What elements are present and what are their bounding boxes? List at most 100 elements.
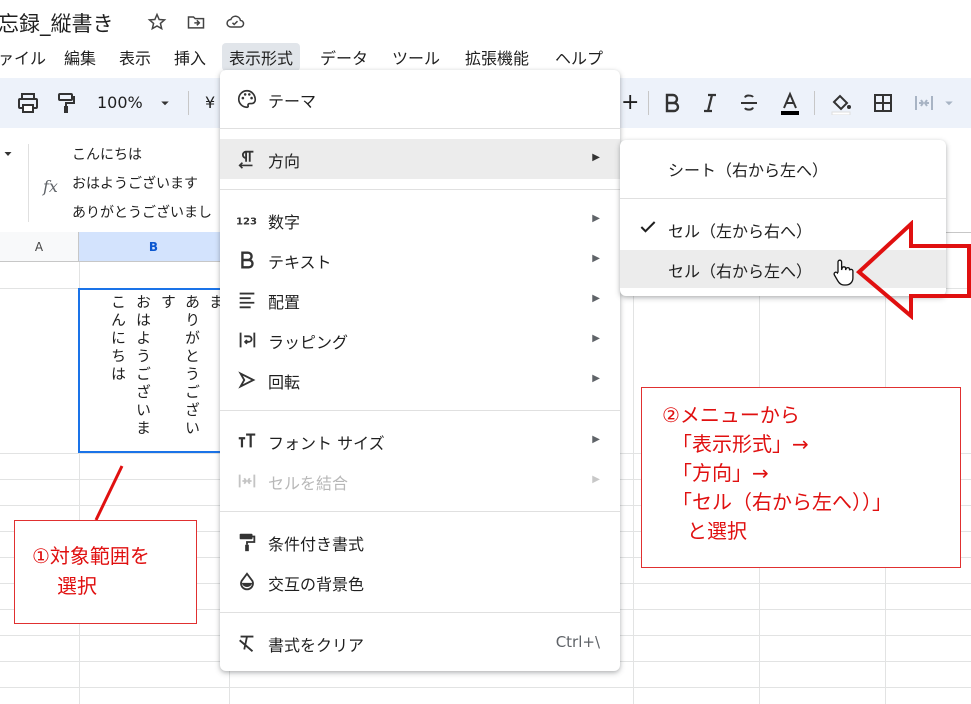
strikethrough-icon[interactable]: [737, 91, 761, 115]
column-header-b[interactable]: B: [79, 232, 229, 262]
annotation-step1: ①対象範囲を 選択: [14, 520, 197, 624]
checkmark-icon: [640, 221, 656, 233]
menu-separator: [220, 511, 620, 512]
submenu-arrow-icon: ▶: [592, 293, 600, 304]
menu-item-label: セルを結合: [268, 474, 349, 493]
grid-row-line: [0, 687, 971, 688]
menu-format[interactable]: 表示形式: [222, 43, 301, 71]
menu-data[interactable]: データ: [313, 43, 375, 71]
borders-icon[interactable]: [871, 91, 895, 115]
menu-item-label: 方向: [268, 152, 301, 171]
zoom-select[interactable]: 100%: [97, 93, 143, 112]
selected-cell-b2[interactable]: こんにちは おはようございま す ありがとうござい ま: [78, 288, 226, 453]
menu-item-direction[interactable]: 方向 ▶: [220, 139, 620, 179]
submenu-arrow-icon: ▶: [592, 434, 600, 445]
menu-item-merge-cells[interactable]: セルを結合 ▶: [220, 461, 620, 501]
submenu-item-sheet-rtl[interactable]: シート（右から左へ）: [620, 149, 946, 187]
increase-font-size-icon[interactable]: +: [621, 90, 639, 115]
menu-help[interactable]: ヘルプ: [548, 43, 610, 71]
paint-format-icon[interactable]: [54, 91, 78, 115]
menu-extensions[interactable]: 拡張機能: [458, 43, 536, 71]
menu-view[interactable]: 表示: [112, 43, 158, 71]
move-folder-icon[interactable]: [186, 12, 206, 32]
menu-insert[interactable]: 挿入: [167, 43, 213, 71]
annotation-line: ①対象範囲を: [32, 544, 150, 568]
menu-item-wrapping[interactable]: ラッピング ▶: [220, 320, 620, 360]
annotation-line: 「方向」→: [672, 461, 769, 485]
merge-icon: [238, 474, 256, 488]
menu-item-label: 条件付き書式: [268, 535, 365, 554]
submenu-arrow-icon: ▶: [592, 152, 600, 163]
toolbar-separator: [648, 91, 649, 115]
column-header-a[interactable]: A: [0, 232, 79, 262]
submenu-arrow-icon: ▶: [592, 333, 600, 344]
menu-item-conditional-format[interactable]: 条件付き書式: [220, 522, 620, 562]
formula-bar-divider: [28, 144, 29, 222]
name-box-dropdown-icon[interactable]: [2, 148, 14, 160]
italic-icon[interactable]: [698, 91, 722, 115]
cloud-status-icon[interactable]: [225, 12, 245, 32]
align-icon: [239, 292, 255, 309]
svg-text:123: 123: [236, 217, 257, 228]
submenu-arrow-icon: ▶: [592, 253, 600, 264]
menu-file[interactable]: ァイル: [0, 43, 53, 71]
cell-text-column: こんにちは: [109, 294, 127, 384]
cell-text-column: す: [159, 294, 177, 312]
menu-item-font-size[interactable]: フォント サイズ ▶: [220, 421, 620, 461]
toolbar-separator: [814, 91, 815, 115]
menu-item-clear-format[interactable]: 書式をクリア Ctrl+\: [220, 623, 620, 663]
submenu-item-label: セル（左から右へ）: [668, 222, 813, 241]
star-icon[interactable]: [147, 12, 167, 32]
menu-separator: [620, 198, 946, 199]
menu-item-label: 配置: [268, 293, 301, 312]
fill-color-icon[interactable]: [829, 91, 853, 115]
menu-separator: [220, 410, 620, 411]
paint-roller-icon: [239, 533, 256, 552]
clear-format-icon: [239, 635, 254, 652]
submenu-arrow-icon: ▶: [592, 213, 600, 224]
menu-item-label: 数字: [268, 213, 301, 232]
title-bar: 忘録_縦書き: [0, 0, 971, 40]
formula-line[interactable]: こんにちは: [72, 144, 142, 164]
rotate-icon: [238, 371, 256, 389]
formula-line[interactable]: おはようございます: [72, 173, 198, 193]
annotation-line: 「セル（右から左へ））」: [672, 490, 892, 514]
menu-item-label: ラッピング: [268, 333, 349, 352]
bold-icon[interactable]: [660, 91, 684, 115]
print-icon[interactable]: [16, 91, 40, 115]
menu-item-alignment[interactable]: 配置 ▶: [220, 280, 620, 320]
document-title[interactable]: 忘録_縦書き: [0, 8, 114, 38]
menu-item-number[interactable]: 123 数字 ▶: [220, 200, 620, 240]
annotation-arrow: [855, 220, 971, 320]
merge-dropdown-icon[interactable]: [940, 94, 958, 112]
menu-tools[interactable]: ツール: [385, 43, 447, 71]
menu-edit[interactable]: 編集: [57, 43, 103, 71]
menu-item-text[interactable]: テキスト ▶: [220, 240, 620, 280]
submenu-item-label: セル（右から左へ）: [668, 262, 813, 281]
menu-item-label: 回転: [268, 373, 301, 392]
menu-item-label: 書式をクリア: [268, 636, 365, 655]
bold-icon: [241, 251, 254, 269]
cell-text-column: ありがとうござい: [183, 294, 201, 438]
menu-separator: [220, 128, 620, 129]
menu-bar: ァイル 編集 表示 挿入 表示形式 データ ツール 拡張機能 ヘルプ: [0, 40, 971, 71]
menu-separator: [220, 189, 620, 190]
currency-format-button[interactable]: ¥: [205, 93, 215, 112]
fx-icon: fx: [43, 177, 58, 196]
merge-cells-icon[interactable]: [912, 91, 936, 115]
toolbar-separator: [188, 91, 189, 115]
submenu-item-label: シート（右から左へ）: [668, 161, 829, 180]
text-direction-icon: [238, 150, 254, 169]
font-size-icon: [238, 433, 256, 448]
menu-item-label: テーマ: [268, 92, 317, 111]
submenu-arrow-icon: ▶: [592, 474, 600, 485]
menu-item-alternating-colors[interactable]: 交互の背景色: [220, 562, 620, 602]
submenu-arrow-icon: ▶: [592, 373, 600, 384]
menu-item-theme[interactable]: テーマ: [220, 79, 620, 119]
annotation-line: 「表示形式」→: [672, 432, 809, 456]
zoom-dropdown-icon[interactable]: [156, 94, 174, 112]
wrap-icon: [239, 332, 256, 348]
formula-line[interactable]: ありがとうございまし: [72, 202, 212, 222]
text-color-icon[interactable]: [778, 91, 802, 115]
menu-item-rotation[interactable]: 回転 ▶: [220, 360, 620, 400]
